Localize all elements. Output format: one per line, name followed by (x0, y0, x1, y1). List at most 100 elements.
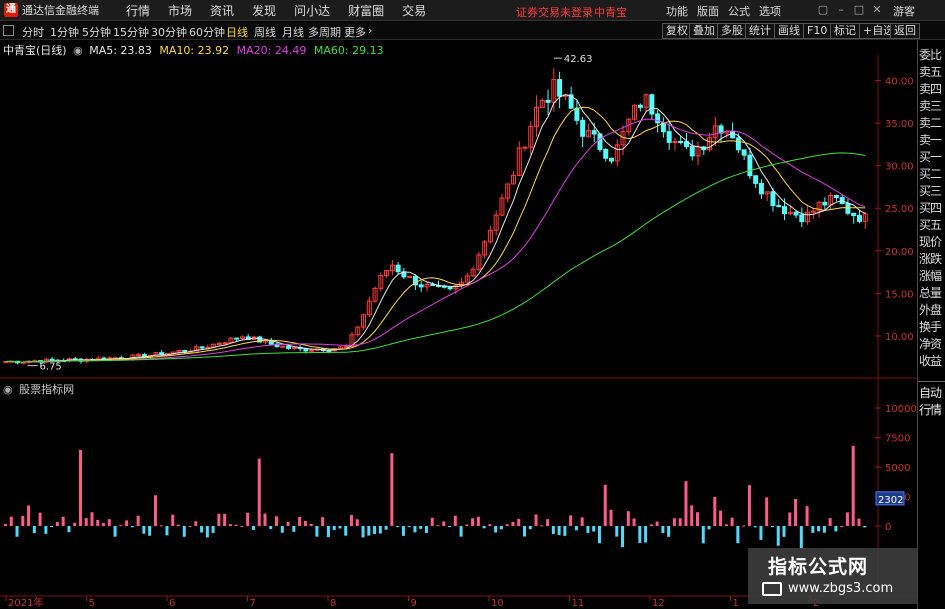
rp-order-ratio[interactable]: 委比 (919, 48, 945, 62)
rp-bid5[interactable]: 买五 (919, 218, 945, 232)
y-tick-label: 40.00 (885, 77, 914, 88)
volume-bar (309, 524, 313, 526)
x-tick-label: 9 (411, 598, 417, 609)
candle-body (603, 148, 609, 159)
volume-bar (655, 521, 659, 526)
rp-volume[interactable]: 总量 (919, 286, 945, 300)
volume-bar (113, 526, 117, 537)
volume-bar (707, 526, 711, 530)
rp-outer[interactable]: 外盘 (919, 303, 945, 317)
volume-bar (125, 520, 129, 526)
candle-body (407, 275, 413, 278)
watermark-url: www.zbgs3.com (788, 581, 894, 596)
volume-bar (384, 526, 388, 530)
volume-bar (597, 526, 601, 544)
volume-bar (805, 506, 809, 526)
rp-ask1[interactable]: 卖一 (919, 133, 945, 147)
sub-chart-title: 股票指标网 (19, 383, 75, 396)
rp-bid2[interactable]: 买二 (919, 167, 945, 181)
rp-change-pct[interactable]: 涨幅 (919, 269, 945, 283)
volume-bar (228, 524, 232, 526)
volume-bar (453, 515, 457, 526)
volume-bar (667, 526, 671, 537)
rp-bid1[interactable]: 买一 (919, 150, 945, 164)
volume-bar (505, 524, 509, 526)
y-tick-label: 25.00 (885, 204, 914, 215)
candle-body (649, 94, 655, 115)
value-badge-text: 2302 (878, 495, 903, 506)
volume-bar (719, 510, 723, 526)
rp-ask5[interactable]: 卖五 (919, 65, 945, 79)
volume-bar (298, 516, 302, 526)
volume-bar (153, 495, 157, 526)
volume-bar (424, 526, 428, 533)
volume-bar (626, 511, 630, 526)
volume-bar (632, 518, 636, 526)
candle-body (833, 194, 839, 199)
volume-bar (811, 526, 815, 533)
candle-body (182, 350, 188, 353)
rp-quotes[interactable]: 行情 (919, 403, 945, 417)
rp-auto[interactable]: 自动 (919, 386, 945, 400)
rp-ask2[interactable]: 卖二 (919, 116, 945, 130)
volume-bar (269, 526, 273, 530)
volume-bar (211, 526, 215, 533)
volume-bar (165, 526, 169, 536)
volume-bar (523, 526, 526, 537)
rp-price[interactable]: 现价 (919, 235, 945, 249)
rp-net-assets[interactable]: 净资 (919, 337, 945, 351)
volume-bar (753, 526, 757, 528)
volume-bar (794, 498, 798, 526)
volume-bar (136, 515, 140, 526)
volume-bar (586, 526, 590, 533)
ma-line-ma5 (5, 94, 866, 363)
rp-ask4[interactable]: 卖四 (919, 82, 945, 96)
volume-bar (373, 526, 377, 535)
volume-bar (430, 517, 434, 526)
volume-bar (863, 526, 867, 528)
rp-turnover[interactable]: 换手 (919, 320, 945, 334)
candle-body (637, 104, 643, 108)
volume-bar (217, 513, 221, 526)
settings-icon[interactable]: ◉ (73, 44, 83, 57)
x-tick-label: 6 (169, 598, 175, 609)
volume-bar (448, 526, 452, 527)
candle-body (395, 264, 401, 273)
ma-line-ma60 (5, 152, 866, 363)
volume-bar (44, 526, 48, 534)
volume-bar (638, 526, 642, 543)
volume-bar (177, 524, 180, 526)
volume-bar (355, 519, 359, 526)
rp-earnings[interactable]: 收益 (919, 354, 945, 368)
volume-bar (499, 526, 503, 530)
settings-icon[interactable]: ◉ (3, 383, 13, 396)
volume-bar (223, 513, 227, 526)
candle-body (234, 337, 240, 340)
rp-bid4[interactable]: 买四 (919, 201, 945, 215)
volume-bar (488, 524, 492, 526)
volume-bar (367, 526, 371, 536)
volume-bar (471, 518, 475, 526)
rp-ask3[interactable]: 卖三 (919, 99, 945, 113)
volume-bar (557, 526, 561, 536)
volume-bar (603, 484, 607, 526)
volume-bar (845, 512, 849, 526)
volume-bar (188, 525, 192, 527)
ma60-label: MA60: 29.13 (313, 44, 384, 57)
volume-bar (4, 523, 7, 526)
ma-line-ma20 (5, 118, 866, 363)
x-tick-label: 1 (733, 598, 739, 609)
volume-bar (396, 526, 400, 527)
chart-canvas[interactable]: 10.00 15.00 20.00 25.00 30.00 35.00 40.00 42.63… (0, 0, 917, 609)
volume-bar (390, 453, 394, 526)
rp-change[interactable]: 涨跌 (919, 252, 945, 266)
candle-body (753, 175, 759, 184)
volume-bar (130, 526, 134, 528)
volume-bar (67, 526, 71, 533)
volume-bar (182, 526, 186, 537)
volume-bar (27, 505, 31, 526)
divider (918, 381, 945, 382)
volume-bar (534, 514, 538, 526)
volume-bar (799, 526, 803, 549)
rp-bid3[interactable]: 买三 (919, 184, 945, 198)
